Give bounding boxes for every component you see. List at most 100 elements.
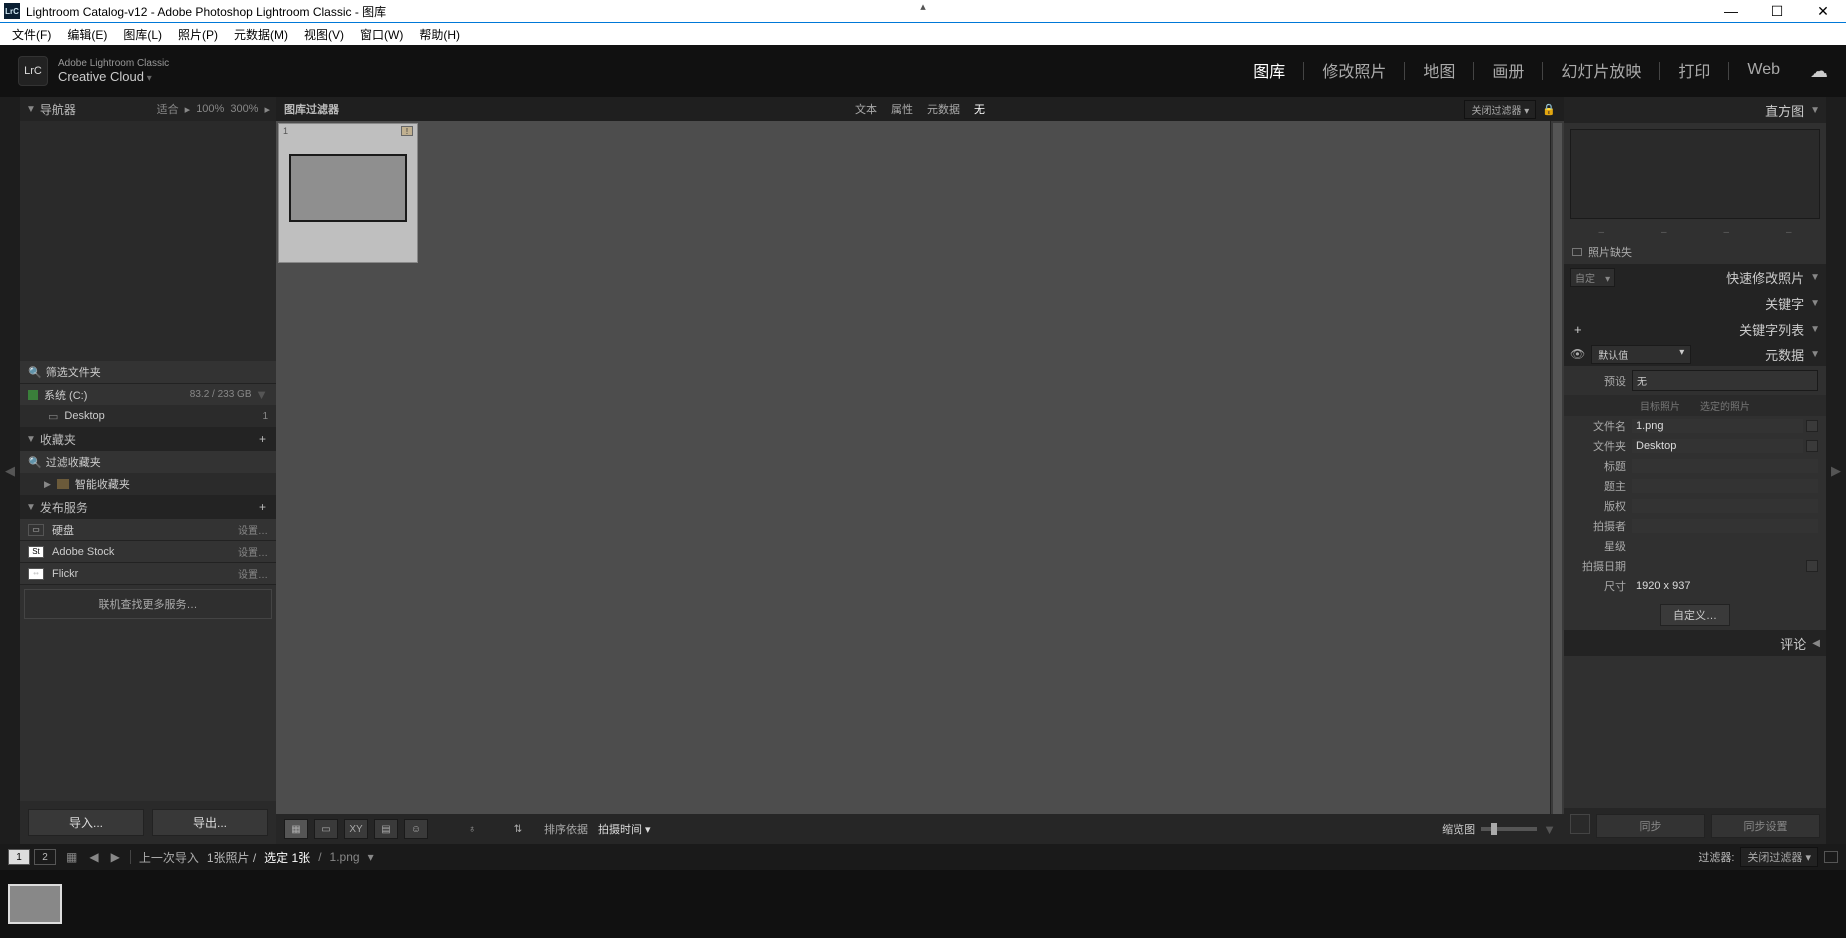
metadata-header[interactable]: 👁 默认值▾ 元数据 ▼ xyxy=(1564,342,1826,366)
add-publish-icon[interactable]: + xyxy=(255,500,270,514)
meta-rating[interactable] xyxy=(1632,539,1818,553)
grid-scrollbar[interactable] xyxy=(1550,121,1564,814)
sort-select[interactable]: 拍摄时间 ▾ xyxy=(598,821,651,837)
collections-filter-row[interactable]: 🔍 过滤收藏夹 xyxy=(20,451,276,473)
folder-row[interactable]: ▭ Desktop 1 xyxy=(20,405,276,427)
navigator-preview[interactable] xyxy=(20,121,276,361)
filmstrip-filter-select[interactable]: 关闭过滤器 ▾ xyxy=(1740,847,1818,867)
module-map[interactable]: 地图 xyxy=(1423,58,1455,84)
publish-flickr[interactable]: •• Flickr 设置… xyxy=(20,563,276,585)
publish-setup-btn[interactable]: 设置… xyxy=(238,522,268,537)
publish-setup-btn[interactable]: 设置… xyxy=(238,566,268,581)
filmstrip-thumbnail[interactable] xyxy=(8,884,62,924)
photo-missing-warning[interactable]: 照片缺失 xyxy=(1564,240,1826,264)
survey-view-button[interactable]: ▤ xyxy=(374,819,398,839)
find-more-services[interactable]: 联机查找更多服务… xyxy=(24,589,272,619)
drive-menu-icon[interactable]: ▼ xyxy=(252,387,268,402)
filter-lock-icon[interactable]: 🔒 xyxy=(1542,103,1556,116)
module-library[interactable]: 图库 xyxy=(1253,58,1285,84)
loupe-view-button[interactable]: ▭ xyxy=(314,819,338,839)
filter-tab-text[interactable]: 文本 xyxy=(855,101,877,117)
meta-capture-date[interactable] xyxy=(1632,559,1803,573)
module-develop[interactable]: 修改照片 xyxy=(1322,58,1386,84)
publish-adobestock[interactable]: St Adobe Stock 设置… xyxy=(20,541,276,563)
thumbnail-size-slider[interactable] xyxy=(1481,827,1537,831)
publish-harddrive[interactable]: ▭ 硬盘 设置… xyxy=(20,519,276,541)
filter-preset-select[interactable]: 关闭过滤器 ▾ xyxy=(1464,100,1536,119)
cloud-sync-icon[interactable]: ☁ xyxy=(1810,61,1828,82)
menu-window[interactable]: 窗口(W) xyxy=(352,26,411,43)
histogram-header[interactable]: 直方图 ▼ xyxy=(1564,97,1826,123)
meta-creator[interactable] xyxy=(1632,519,1818,533)
metadata-preset-select[interactable]: 无 xyxy=(1632,370,1818,391)
meta-filename[interactable]: 1.png xyxy=(1632,419,1803,433)
eye-icon[interactable]: 👁 xyxy=(1570,347,1585,361)
filter-tab-attribute[interactable]: 属性 xyxy=(891,101,913,117)
add-keyword-icon[interactable]: + xyxy=(1570,322,1586,337)
painter-tool-button[interactable]: ♁ xyxy=(460,819,484,839)
people-view-button[interactable]: ☺ xyxy=(404,819,428,839)
meta-action-icon[interactable] xyxy=(1806,420,1818,432)
keywording-header[interactable]: 关键字 ▼ xyxy=(1564,290,1826,316)
close-button[interactable]: ✕ xyxy=(1800,0,1846,22)
metadata-set-select[interactable]: 默认值▾ xyxy=(1591,345,1691,364)
filter-tab-none[interactable]: 无 xyxy=(974,101,985,117)
right-edge[interactable]: ▶ xyxy=(1826,97,1846,844)
meta-folder[interactable]: Desktop xyxy=(1632,439,1803,453)
meta-copyright[interactable] xyxy=(1632,499,1818,513)
collapse-top-arrow-icon[interactable]: ▴ xyxy=(920,0,926,13)
comments-header[interactable]: 评论 ◀ xyxy=(1564,630,1826,656)
folders-filter-row[interactable]: 🔍 筛选文件夹 xyxy=(20,361,276,383)
toolbar-menu-icon[interactable]: ▼ xyxy=(1543,822,1556,837)
quickdev-profile-select[interactable]: 自定 ⠀▾ xyxy=(1570,268,1615,287)
left-edge[interactable]: ◀ xyxy=(0,97,20,844)
nav-back-icon[interactable]: ◀ xyxy=(87,850,100,864)
filmstrip[interactable] xyxy=(0,870,1846,938)
quick-develop-header[interactable]: 自定 ⠀▾ 快速修改照片 ▼ xyxy=(1564,264,1826,290)
compare-view-button[interactable]: XY xyxy=(344,819,368,839)
zoom-100[interactable]: 100% xyxy=(196,103,224,115)
menu-metadata[interactable]: 元数据(M) xyxy=(226,26,296,43)
tab-selected-photos[interactable]: 选定的照片 xyxy=(1700,398,1750,413)
meta-caption[interactable] xyxy=(1632,479,1818,493)
grid-view-button[interactable]: ▦ xyxy=(284,819,308,839)
module-book[interactable]: 画册 xyxy=(1492,58,1524,84)
add-collection-icon[interactable]: + xyxy=(255,432,270,446)
maximize-button[interactable]: ☐ xyxy=(1754,0,1800,22)
filter-tab-metadata[interactable]: 元数据 xyxy=(927,101,960,117)
keyword-list-header[interactable]: + 关键字列表 ▼ xyxy=(1564,316,1826,342)
publish-header[interactable]: ▼ 发布服务 + xyxy=(20,495,276,519)
zoom-fit[interactable]: 适合 xyxy=(157,101,179,117)
module-print[interactable]: 打印 xyxy=(1678,58,1710,84)
sort-direction-button[interactable]: ⇅ xyxy=(506,819,530,839)
tab-target-photo[interactable]: 目标照片 xyxy=(1640,398,1680,413)
export-button[interactable]: 导出... xyxy=(152,809,268,836)
nav-forward-icon[interactable]: ▶ xyxy=(109,850,122,864)
zoom-300[interactable]: 300% xyxy=(230,103,258,115)
module-web[interactable]: Web xyxy=(1747,61,1780,81)
identity-plate[interactable]: Adobe Lightroom Classic Creative Cloud xyxy=(58,58,169,84)
menu-edit[interactable]: 编辑(E) xyxy=(59,26,115,43)
sync-settings-button[interactable]: 同步设置 xyxy=(1711,814,1820,838)
menu-library[interactable]: 图库(L) xyxy=(115,26,170,43)
collections-header[interactable]: ▼ 收藏夹 + xyxy=(20,427,276,451)
monitor-1-button[interactable]: 1 xyxy=(8,849,30,865)
grid-view[interactable]: 1 ! xyxy=(276,121,1564,814)
sync-button[interactable]: 同步 xyxy=(1596,814,1705,838)
menu-file[interactable]: 文件(F) xyxy=(4,26,59,43)
menu-help[interactable]: 帮助(H) xyxy=(411,26,468,43)
meta-goto-icon[interactable] xyxy=(1806,440,1818,452)
source-menu-icon[interactable]: ▾ xyxy=(368,850,374,864)
import-button[interactable]: 导入... xyxy=(28,809,144,836)
minimize-button[interactable]: — xyxy=(1708,0,1754,22)
meta-title[interactable] xyxy=(1632,459,1818,473)
monitor-2-button[interactable]: 2 xyxy=(34,849,56,865)
menu-photo[interactable]: 照片(P) xyxy=(170,26,226,43)
menu-view[interactable]: 视图(V) xyxy=(296,26,352,43)
customize-metadata-button[interactable]: 自定义… xyxy=(1660,604,1730,626)
publish-setup-btn[interactable]: 设置… xyxy=(238,544,268,559)
filmstrip-filter-switch[interactable] xyxy=(1824,851,1838,863)
module-slideshow[interactable]: 幻灯片放映 xyxy=(1561,58,1641,84)
grid-thumbnail[interactable]: 1 ! xyxy=(278,123,418,263)
navigator-header[interactable]: ▼ 导航器 适合▸ 100% 300%▸ xyxy=(20,97,276,121)
